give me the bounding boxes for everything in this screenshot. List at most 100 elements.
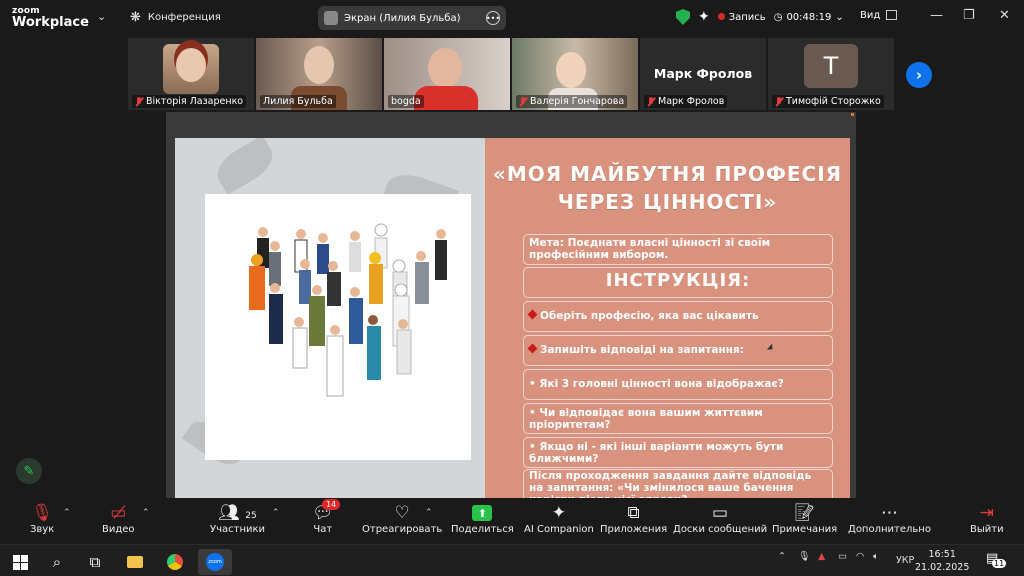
paw-icon: ❋ xyxy=(130,10,141,25)
app-tray-icon[interactable]: ▲ xyxy=(818,551,825,562)
participant-name: Марк Фролов xyxy=(644,95,728,108)
volume-icon[interactable]: 🔈︎ xyxy=(873,551,879,562)
wifi-icon[interactable]: ◠ xyxy=(856,551,864,562)
after-task-box: Після проходження завдання дайте відпові… xyxy=(523,469,833,498)
record-label: Запись xyxy=(728,11,766,23)
minimize-icon[interactable]: — xyxy=(930,8,943,23)
slide-left-panel xyxy=(175,138,485,498)
heart-icon: ♡ xyxy=(394,503,410,523)
share-screen-icon: ⬆ xyxy=(472,505,493,521)
professions-illustration xyxy=(205,194,471,460)
battery-icon[interactable]: ▭ xyxy=(838,551,847,562)
search-icon[interactable]: ⌕ xyxy=(40,549,74,575)
zoom-taskbar-icon[interactable]: zoom xyxy=(198,549,232,575)
grid-icon xyxy=(886,10,898,20)
ai-companion-button[interactable]: ✦ AI Companion xyxy=(524,502,594,535)
apps-icon: ⧉ xyxy=(627,503,640,523)
annotate-pen-button[interactable]: ✎ xyxy=(16,458,42,484)
video-button[interactable]: ▭̸ Видео xyxy=(102,502,135,535)
chat-badge: 14 xyxy=(322,499,341,510)
react-options-caret[interactable]: ⌃ xyxy=(425,508,433,518)
maximize-icon[interactable]: ❐ xyxy=(963,8,975,23)
logo-bottom: Workplace xyxy=(12,15,89,30)
windows-taskbar: ⌕ ⧉ zoom ⌃ 🎙︎ ▲ ▭ ◠ 🔈︎ УКР 16:51 21.02.2… xyxy=(0,544,1024,576)
notes-icon: 📝︎ xyxy=(793,503,816,523)
more-button[interactable]: ⋯ Дополнительно xyxy=(848,502,931,535)
participant-name: Валерія Гончарова xyxy=(516,95,628,108)
whiteboard-icon: ▭ xyxy=(712,503,729,523)
taskbar-clock[interactable]: 16:51 21.02.2025 xyxy=(915,548,969,574)
video-off-icon: ▭̸ xyxy=(110,503,127,523)
mic-muted-icon xyxy=(135,96,143,107)
whiteboards-button[interactable]: ▭ Доски сообщений xyxy=(673,502,767,535)
mic-muted-icon: 🎙︎ xyxy=(31,503,53,523)
professions-figures xyxy=(249,223,447,397)
next-page-button[interactable]: › xyxy=(906,62,932,88)
react-button[interactable]: ♡ Отреагировать xyxy=(362,502,442,535)
task-view-icon[interactable]: ⧉ xyxy=(78,549,112,575)
chevron-down-icon[interactable]: ⌄ xyxy=(97,10,106,23)
participant-tile[interactable]: Валерія Гончарова xyxy=(512,38,638,110)
slide-title: «МОЯ МАЙБУТНЯ ПРОФЕСІЯ ЧЕРЕЗ ЦІННОСТІ» xyxy=(492,162,843,214)
notifications-button[interactable]: ▤ 11 xyxy=(986,551,1007,568)
audio-button[interactable]: 🎙︎ Звук xyxy=(30,502,54,535)
share-indicator-dot xyxy=(851,113,854,116)
leave-button[interactable]: ⇥ Выйти xyxy=(970,502,1004,535)
participants-button[interactable]: 👥︎ 25 Участники xyxy=(210,502,265,535)
screen-share-pill[interactable]: Экран (Лилия Бульба) ••• xyxy=(318,6,506,30)
goal-box: Мета: Поєднати власні цінності зі своїм … xyxy=(523,234,833,265)
chat-icon: 💬︎ 14 xyxy=(312,499,341,524)
participant-gallery: Вікторія Лазаренко Лилия Бульба bogda Ва… xyxy=(128,38,896,110)
chrome-icon[interactable] xyxy=(158,549,192,575)
participant-name: bogda xyxy=(388,95,424,108)
participants-count: 25 xyxy=(245,511,257,521)
more-icon: ⋯ xyxy=(880,503,898,523)
participant-tile[interactable]: Марк Фролов Марк Фролов xyxy=(640,38,766,110)
mic-muted-icon xyxy=(647,96,655,107)
question-1-box: • Які 3 головні цінності вона відображає… xyxy=(523,369,833,400)
audio-options-caret[interactable]: ⌃ xyxy=(63,508,71,518)
shield-icon[interactable] xyxy=(676,9,690,25)
video-options-caret[interactable]: ⌃ xyxy=(142,508,150,518)
tray-chevron-icon[interactable]: ⌃ xyxy=(778,551,786,562)
question-3-box: • Якщо ні - які інші варіанти можуть бут… xyxy=(523,437,833,468)
participant-tile[interactable]: Вікторія Лазаренко xyxy=(128,38,254,110)
notification-count: 11 xyxy=(992,559,1007,568)
meeting-timer[interactable]: ◷ 00:48:19 ⌄ xyxy=(774,12,844,23)
participant-tile[interactable]: Лилия Бульба xyxy=(256,38,382,110)
step-2-box: Запишіть відповіді на запитання: xyxy=(523,335,833,366)
chat-button[interactable]: 💬︎ 14 Чат xyxy=(312,499,341,535)
mic-tray-icon[interactable]: 🎙︎ xyxy=(798,551,810,562)
timer-value: 00:48:19 xyxy=(786,11,832,23)
notes-button[interactable]: 📝︎ Примечания xyxy=(772,502,837,535)
participant-name: Тимофій Сторожко xyxy=(772,95,884,108)
participant-tile[interactable]: T Тимофій Сторожко xyxy=(768,38,894,110)
sparkle-icon[interactable]: ✦ xyxy=(698,9,710,25)
participant-tile-active[interactable]: bogda xyxy=(384,38,510,110)
question-2-box: • Чи відповідає вона вашим життєвим пріо… xyxy=(523,403,833,434)
chevron-down-icon: ⌄ xyxy=(835,11,844,23)
participants-options-caret[interactable]: ⌃ xyxy=(272,508,280,518)
instructions-heading: ІНСТРУКЦІЯ: xyxy=(523,267,833,298)
language-indicator[interactable]: УКР xyxy=(896,555,914,566)
record-indicator[interactable]: Запись xyxy=(717,11,766,23)
more-icon[interactable]: ••• xyxy=(486,11,500,25)
record-dot-icon xyxy=(717,12,725,20)
leaf-decoration xyxy=(210,138,280,195)
avatar: T xyxy=(804,44,858,88)
leave-icon: ⇥ xyxy=(979,503,994,523)
apps-button[interactable]: ⧉ Приложения xyxy=(600,502,667,535)
participants-icon: 👥︎ 25 xyxy=(218,503,257,523)
view-button[interactable]: Вид xyxy=(860,10,898,21)
mic-muted-icon xyxy=(519,96,527,107)
clock-icon: ◷ xyxy=(773,11,783,23)
share-button[interactable]: ⬆ Поделиться xyxy=(451,502,514,535)
start-button[interactable] xyxy=(3,549,37,575)
participant-name: Лилия Бульба xyxy=(260,95,336,108)
red-diamond-icon xyxy=(527,343,538,354)
view-label: Вид xyxy=(860,10,881,21)
file-explorer-icon[interactable] xyxy=(118,549,152,575)
close-icon[interactable]: ✕ xyxy=(999,8,1010,23)
conference-menu[interactable]: ❋ Конференция xyxy=(130,10,221,25)
conference-label: Конференция xyxy=(147,12,221,23)
